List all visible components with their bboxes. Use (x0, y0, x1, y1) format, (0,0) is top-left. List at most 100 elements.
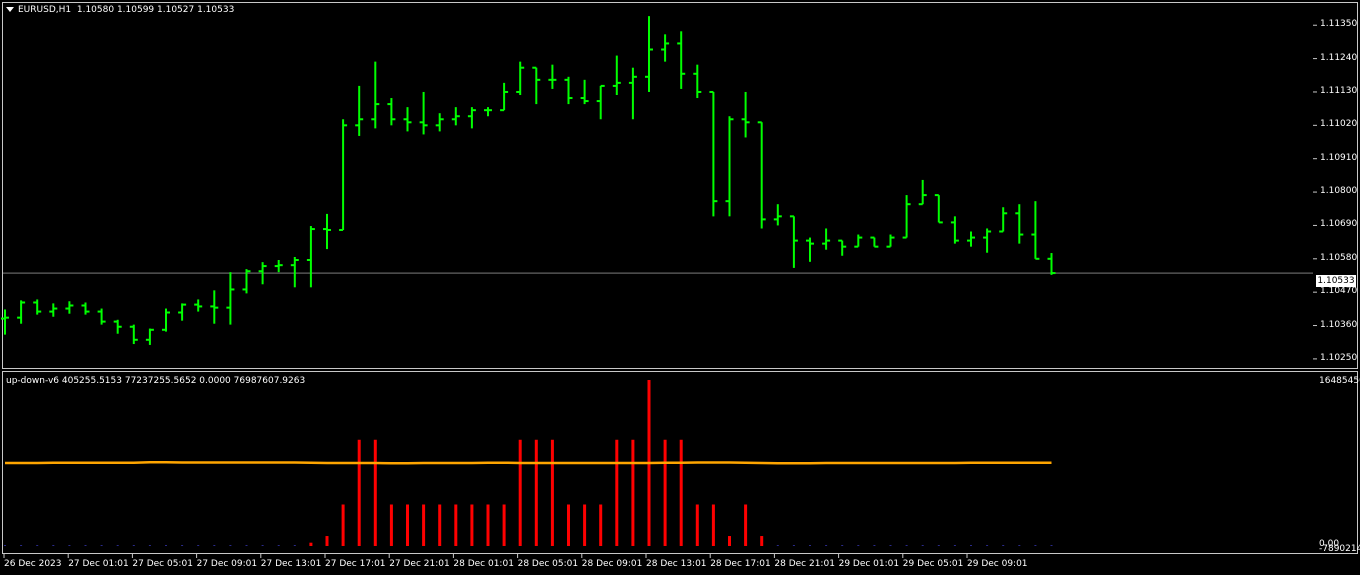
histogram-bar (389, 504, 393, 546)
histogram-bar (615, 439, 619, 546)
date-tick-label: 29 Dec 01:01 (838, 559, 900, 569)
symbol-label: EURUSD,H1 (18, 5, 72, 15)
date-tick-label: 28 Dec 05:01 (517, 559, 579, 569)
histogram-bar (744, 504, 748, 546)
price-tick-label: 1.11240 (1320, 52, 1358, 63)
histogram-bar (970, 545, 972, 546)
histogram-bar (1050, 545, 1053, 546)
histogram-bar (1018, 545, 1021, 546)
date-tick-label: 26 Dec 2023 (4, 559, 62, 569)
histogram-bar (599, 504, 603, 546)
histogram-bar (921, 545, 924, 546)
histogram-bar (857, 545, 860, 546)
date-tick-label: 27 Dec 21:01 (389, 559, 450, 569)
histogram-bar (663, 439, 667, 546)
price-tick-label: 1.11130 (1320, 85, 1358, 96)
indicator-axis-bottom-b: -7890214 (1319, 544, 1360, 554)
date-tick-label: 28 Dec 13:01 (646, 559, 707, 569)
histogram-bar (937, 545, 940, 546)
price-tick-label: 1.10800 (1320, 186, 1358, 197)
histogram-bar (953, 545, 956, 546)
histogram-bar (679, 439, 683, 546)
date-tick-label: 29 Dec 09:01 (967, 559, 1028, 569)
dropdown-arrow-icon[interactable] (6, 7, 14, 12)
histogram-bar (100, 545, 103, 546)
indicator-header: up-down-v6 405255.5153 77237255.5652 0.0… (6, 376, 306, 386)
histogram-bar (631, 439, 635, 546)
histogram-bar (1034, 545, 1037, 546)
date-tick-label: 28 Dec 01:01 (453, 559, 514, 569)
histogram-bar (841, 545, 844, 546)
histogram-bar (84, 545, 87, 546)
histogram-bar (889, 545, 892, 546)
price-tick-label: 1.11020 (1320, 119, 1358, 130)
histogram-bar (776, 545, 779, 546)
histogram-bar (809, 545, 811, 546)
histogram-bar (373, 439, 377, 546)
histogram-bar (728, 536, 731, 546)
histogram-bar (406, 504, 409, 546)
date-tick-label: 27 Dec 01:01 (68, 559, 129, 569)
histogram-bar (325, 536, 329, 546)
histogram-bar (422, 504, 426, 546)
histogram-bar (873, 545, 876, 546)
histogram-bar (52, 545, 55, 546)
histogram-bar (825, 545, 828, 546)
date-tick-label: 27 Dec 09:01 (196, 559, 258, 569)
histogram-bar (245, 545, 248, 546)
histogram-bar (148, 545, 151, 546)
histogram-bar (261, 545, 264, 546)
histogram-bar (518, 439, 522, 546)
histogram-bar (986, 545, 989, 546)
indicator-axis-top: 164854504 (1319, 376, 1360, 386)
histogram-bar (905, 545, 908, 546)
date-tick-label: 28 Dec 17:01 (710, 559, 771, 569)
chart-window: EURUSD,H1 1.10580 1.10599 1.10527 1.1053… (0, 0, 1360, 575)
histogram-bar (454, 504, 458, 546)
histogram-bar (534, 439, 538, 546)
histogram-bar (486, 504, 490, 546)
price-tick-label: 1.10690 (1320, 219, 1358, 230)
histogram-bar (341, 504, 345, 546)
price-tick-label: 1.10470 (1320, 286, 1358, 297)
ohlc-readout: 1.10580 1.10599 1.10527 1.10533 (76, 5, 235, 15)
chart-header[interactable]: EURUSD,H1 1.10580 1.10599 1.10527 1.1053… (6, 5, 234, 15)
date-tick-label: 27 Dec 13:01 (260, 559, 322, 569)
histogram-bar (1002, 545, 1005, 546)
histogram-bar (309, 542, 313, 546)
histogram-bar (116, 545, 119, 546)
histogram-bar (213, 545, 216, 546)
histogram-bar (760, 536, 764, 546)
signal-line (5, 460, 1052, 465)
histogram-bar (165, 545, 167, 546)
date-tick-label: 28 Dec 09:01 (581, 559, 643, 569)
date-tick-label: 27 Dec 05:01 (132, 559, 193, 569)
histogram-bar (711, 504, 715, 546)
histogram-bar (550, 439, 554, 546)
date-tick-label: 29 Dec 05:01 (902, 559, 964, 569)
price-tick-label: 1.10360 (1320, 319, 1358, 330)
histogram-bar (68, 545, 71, 546)
price-tick-label: 1.11350 (1320, 19, 1358, 30)
histogram-bar (197, 545, 200, 546)
histogram-bar (132, 545, 135, 546)
histogram-bar (583, 504, 587, 546)
chart-canvas (1, 16, 1317, 558)
histogram-bar (357, 439, 361, 546)
price-tick-label: 1.10580 (1320, 252, 1358, 263)
histogram-bar (792, 545, 795, 546)
price-tick-label: 1.10250 (1320, 352, 1358, 363)
histogram-bar (229, 545, 232, 546)
histogram-bar (502, 504, 506, 546)
histogram-bar (470, 504, 474, 546)
date-tick-label: 28 Dec 21:01 (774, 559, 835, 569)
histogram-bar (293, 545, 296, 546)
histogram-bar (36, 545, 39, 546)
histogram-bar (567, 504, 570, 546)
date-tick-label: 27 Dec 17:01 (325, 559, 386, 569)
histogram-bar (20, 545, 23, 546)
histogram-bar (695, 504, 699, 546)
histogram-bar (4, 545, 6, 546)
histogram-bar (277, 545, 280, 546)
price-tick-label: 1.10910 (1320, 152, 1358, 163)
